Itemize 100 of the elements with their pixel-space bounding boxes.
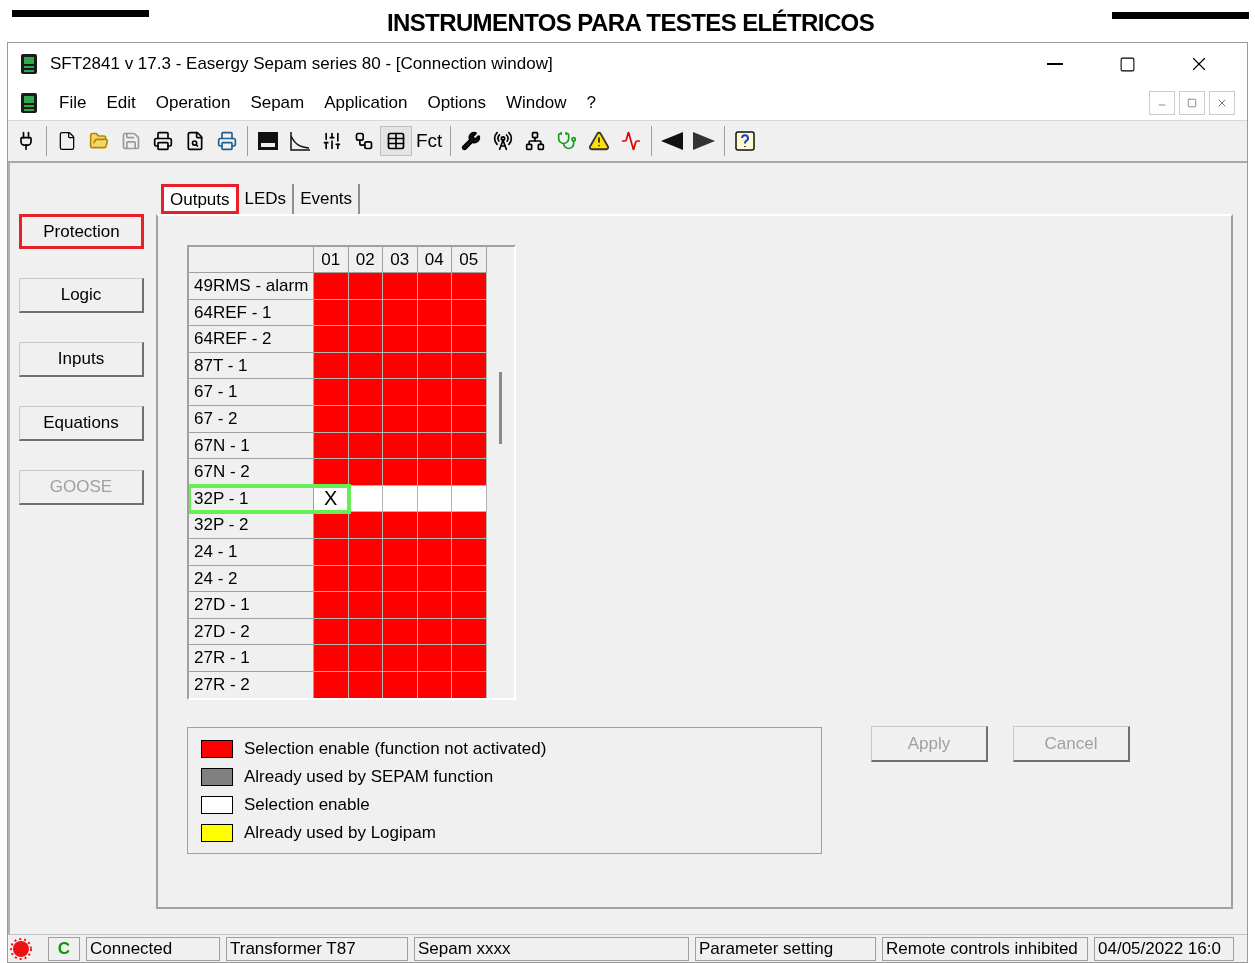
status-field: Sepam xxxx bbox=[414, 936, 689, 961]
matrix-cell[interactable] bbox=[314, 432, 349, 460]
matrix-cell[interactable] bbox=[314, 326, 349, 353]
matrix-cell[interactable] bbox=[417, 592, 452, 619]
close-button[interactable] bbox=[1209, 90, 1235, 115]
matrix-cell[interactable] bbox=[314, 512, 349, 539]
matrix-cell[interactable] bbox=[383, 512, 418, 539]
row-header[interactable]: 67 - 1 bbox=[189, 379, 314, 406]
matrix-cell[interactable] bbox=[348, 592, 383, 619]
matrix-cell[interactable]: X bbox=[314, 485, 349, 513]
matrix-cell[interactable] bbox=[452, 299, 487, 327]
matrix-cell[interactable] bbox=[348, 273, 383, 300]
matrix-cell[interactable] bbox=[452, 485, 487, 513]
matrix-cell[interactable] bbox=[452, 618, 487, 646]
row-header[interactable]: 64REF - 2 bbox=[189, 326, 314, 353]
status-field: Transformer T87 bbox=[226, 936, 408, 961]
row-header[interactable]: 27D - 1 bbox=[189, 592, 314, 619]
tab[interactable]: Outputs bbox=[161, 184, 239, 214]
legend-label: Already used by SEPAM function bbox=[244, 766, 494, 789]
fct-button[interactable]: Fct bbox=[412, 126, 447, 156]
matrix-cell[interactable] bbox=[383, 299, 418, 327]
menu-item[interactable]: Application bbox=[315, 89, 417, 116]
matrix-cell[interactable] bbox=[452, 326, 487, 353]
matrix-cell[interactable] bbox=[383, 645, 418, 672]
restore-button[interactable] bbox=[1179, 90, 1205, 115]
matrix-cell[interactable] bbox=[314, 352, 349, 380]
matrix-cell[interactable] bbox=[417, 512, 452, 539]
matrix-cell[interactable] bbox=[314, 671, 349, 698]
matrix-cell[interactable] bbox=[383, 459, 418, 486]
matrix-cell[interactable] bbox=[348, 645, 383, 672]
matrix-cell[interactable] bbox=[452, 379, 487, 406]
matrix-cell[interactable] bbox=[383, 273, 418, 300]
matrix-cell[interactable] bbox=[348, 512, 383, 539]
menu-item[interactable]: Operation bbox=[146, 89, 240, 116]
side-button[interactable]: Protection bbox=[19, 214, 144, 249]
menu-item[interactable]: Window bbox=[497, 89, 576, 116]
minimize-button[interactable] bbox=[1149, 90, 1175, 115]
matrix-cell[interactable] bbox=[314, 273, 349, 300]
matrix-cell[interactable] bbox=[452, 405, 487, 433]
side-button[interactable]: Equations bbox=[19, 406, 144, 441]
matrix-cell[interactable] bbox=[452, 273, 487, 300]
matrix-cell[interactable] bbox=[348, 379, 383, 406]
matrix-cell[interactable] bbox=[417, 459, 452, 486]
matrix-cell[interactable] bbox=[314, 645, 349, 672]
matrix-cell[interactable] bbox=[452, 512, 487, 539]
menu-item[interactable]: Edit bbox=[97, 89, 145, 116]
side-button[interactable]: Logic bbox=[19, 278, 144, 313]
table-icon[interactable] bbox=[380, 126, 412, 156]
matrix-cell[interactable] bbox=[452, 538, 487, 566]
matrix-cell[interactable] bbox=[452, 352, 487, 380]
side-button[interactable]: Inputs bbox=[19, 342, 144, 377]
row-header[interactable]: 27R - 1 bbox=[189, 645, 314, 672]
menu-item[interactable]: Sepam bbox=[241, 89, 314, 116]
row-header[interactable]: 49RMS - alarm bbox=[189, 273, 314, 300]
matrix-cell[interactable] bbox=[452, 565, 487, 593]
row-header[interactable]: 27D - 2 bbox=[189, 618, 314, 646]
menu-item[interactable]: File bbox=[50, 89, 96, 116]
row-header[interactable]: 87T - 1 bbox=[189, 352, 314, 380]
matrix-cell[interactable] bbox=[383, 565, 418, 593]
matrix-cell[interactable] bbox=[314, 379, 349, 406]
matrix-cell[interactable] bbox=[383, 618, 418, 646]
matrix-cell[interactable] bbox=[383, 671, 418, 698]
matrix-cell[interactable] bbox=[314, 592, 349, 619]
menu-item[interactable]: ? bbox=[577, 89, 605, 116]
matrix-cell[interactable] bbox=[452, 592, 487, 619]
matrix-cell[interactable] bbox=[348, 326, 383, 353]
row-header[interactable]: 24 - 2 bbox=[189, 565, 314, 593]
matrix-cell[interactable] bbox=[314, 459, 349, 486]
matrix-cell[interactable] bbox=[452, 671, 487, 698]
matrix-cell[interactable] bbox=[383, 379, 418, 406]
matrix-cell[interactable] bbox=[383, 592, 418, 619]
matrix-cell[interactable] bbox=[417, 273, 452, 300]
row-header[interactable]: 67N - 1 bbox=[189, 432, 314, 460]
matrix-cell[interactable] bbox=[452, 432, 487, 460]
matrix-cell[interactable] bbox=[417, 645, 452, 672]
matrix-cell[interactable] bbox=[383, 405, 418, 433]
row-header[interactable]: 24 - 1 bbox=[189, 538, 314, 566]
matrix-cell[interactable] bbox=[383, 326, 418, 353]
matrix-cell[interactable] bbox=[417, 326, 452, 353]
matrix-cell[interactable] bbox=[348, 459, 383, 486]
menu-item[interactable]: Options bbox=[418, 89, 495, 116]
scrollbar-thumb[interactable] bbox=[499, 372, 502, 444]
app-icon bbox=[20, 53, 38, 75]
matrix-cell[interactable] bbox=[452, 459, 487, 486]
matrix-cell[interactable] bbox=[314, 538, 349, 566]
matrix-cell[interactable] bbox=[383, 538, 418, 566]
row-header[interactable]: 32P - 2 bbox=[189, 512, 314, 539]
matrix-cell[interactable] bbox=[417, 379, 452, 406]
matrix-cell[interactable] bbox=[314, 299, 349, 327]
matrix-cell[interactable] bbox=[383, 352, 418, 380]
display-icon bbox=[257, 131, 279, 151]
matrix-cell[interactable] bbox=[383, 485, 418, 513]
row-header[interactable]: 64REF - 1 bbox=[189, 299, 314, 327]
chart-axes-icon bbox=[289, 130, 311, 152]
matrix-cell[interactable] bbox=[314, 618, 349, 646]
matrix-cell[interactable] bbox=[314, 405, 349, 433]
row-header[interactable]: 67 - 2 bbox=[189, 405, 314, 433]
matrix-cell[interactable] bbox=[383, 432, 418, 460]
matrix-cell[interactable] bbox=[452, 645, 487, 672]
matrix-cell[interactable] bbox=[314, 565, 349, 593]
